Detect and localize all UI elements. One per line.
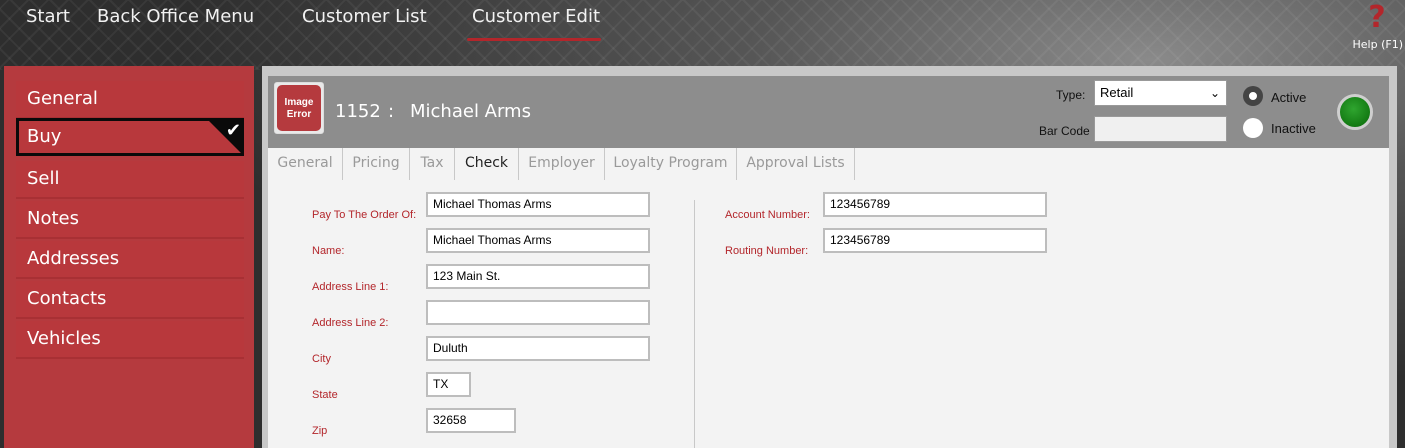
chevron-down-icon: ⌄	[1209, 86, 1220, 100]
city-label: City	[312, 353, 331, 365]
sidebar-item-label: Addresses	[27, 248, 120, 269]
image-error-placeholder: Image Error	[277, 85, 321, 131]
pay-to-input[interactable]: Michael Thomas Arms	[426, 192, 650, 217]
type-select-value: Retail	[1100, 85, 1134, 100]
tab-bar: General Pricing Tax Check Employer Loyal…	[268, 148, 1389, 180]
nav-active-underline	[467, 38, 601, 41]
address-line-1-input[interactable]: 123 Main St.	[426, 264, 650, 289]
name-input[interactable]: Michael Thomas Arms	[426, 228, 650, 253]
address-line-2-input[interactable]	[426, 300, 650, 325]
tab-loyalty-program[interactable]: Loyalty Program	[605, 148, 737, 180]
tab-check[interactable]: Check	[455, 148, 519, 180]
tab-employer[interactable]: Employer	[519, 148, 605, 180]
sidebar-item-sell[interactable]: Sell	[16, 161, 244, 199]
name-label: Name:	[312, 245, 345, 257]
help-label: Help (F1)	[1352, 38, 1403, 51]
customer-separator: :	[388, 101, 395, 122]
barcode-input[interactable]	[1094, 116, 1227, 142]
customer-id: 1152	[335, 101, 381, 122]
customer-name: Michael Arms	[410, 101, 531, 122]
active-radio[interactable]	[1243, 86, 1263, 106]
sidebar-item-label: Buy	[27, 126, 62, 147]
type-label: Type:	[1056, 88, 1086, 102]
sidebar-item-contacts[interactable]: Contacts	[16, 281, 244, 319]
sidebar-item-vehicles[interactable]: Vehicles	[16, 321, 244, 359]
type-select[interactable]: Retail ⌄	[1094, 80, 1227, 106]
state-label: State	[312, 389, 338, 401]
sidebar-item-label: General	[27, 88, 98, 109]
column-divider	[694, 200, 695, 448]
checkmark-icon: ✔	[225, 120, 241, 141]
routing-number-input[interactable]: 123456789	[823, 228, 1047, 253]
customer-header: Image Error 1152 : Michael Arms Type: Re…	[268, 76, 1389, 148]
main-panel: Image Error 1152 : Michael Arms Type: Re…	[262, 66, 1397, 448]
zip-input[interactable]: 32658	[426, 408, 516, 433]
nav-customer-list[interactable]: Customer List	[302, 6, 427, 27]
pay-to-label: Pay To The Order Of:	[312, 209, 417, 221]
barcode-label: Bar Code	[1039, 124, 1090, 138]
zip-label: Zip	[312, 425, 328, 437]
state-input[interactable]: TX	[426, 372, 471, 397]
address-line-1-label: Address Line 1:	[312, 281, 389, 293]
sidebar-item-general[interactable]: General	[16, 81, 244, 119]
sidebar-item-label: Vehicles	[27, 328, 101, 349]
tab-pricing[interactable]: Pricing	[343, 148, 410, 180]
sidebar-item-addresses[interactable]: Addresses	[16, 241, 244, 279]
address-line-2-label: Address Line 2:	[312, 317, 389, 329]
tab-general[interactable]: General	[268, 148, 343, 180]
nav-start[interactable]: Start	[26, 6, 70, 27]
sidebar-item-notes[interactable]: Notes	[16, 201, 244, 239]
routing-number-label: Routing Number:	[725, 245, 809, 257]
sidebar-item-label: Notes	[27, 208, 79, 229]
account-number-label: Account Number:	[725, 209, 810, 221]
sidebar-item-label: Sell	[27, 168, 60, 189]
customer-image[interactable]: Image Error	[274, 82, 324, 134]
help-button[interactable]: ? Help (F1)	[1351, 0, 1403, 51]
inactive-label: Inactive	[1271, 121, 1316, 136]
status-indicator	[1337, 94, 1373, 130]
tab-approval-lists[interactable]: Approval Lists	[737, 148, 855, 180]
nav-customer-edit[interactable]: Customer Edit	[472, 6, 600, 27]
top-navigation: Start Back Office Menu Customer List Cus…	[0, 0, 1405, 44]
account-number-input[interactable]: 123456789	[823, 192, 1047, 217]
panel-content: Image Error 1152 : Michael Arms Type: Re…	[268, 76, 1389, 448]
question-mark-icon: ?	[1368, 0, 1386, 35]
sidebar: General Buy ✔ Sell Notes Addresses Conta…	[4, 66, 254, 448]
active-label: Active	[1271, 90, 1307, 105]
sidebar-item-buy[interactable]: Buy ✔	[16, 118, 244, 156]
inactive-radio[interactable]	[1243, 118, 1263, 138]
nav-back-office-menu[interactable]: Back Office Menu	[97, 6, 254, 27]
tab-tax[interactable]: Tax	[410, 148, 455, 180]
sidebar-item-label: Contacts	[27, 288, 107, 309]
city-input[interactable]: Duluth	[426, 336, 650, 361]
